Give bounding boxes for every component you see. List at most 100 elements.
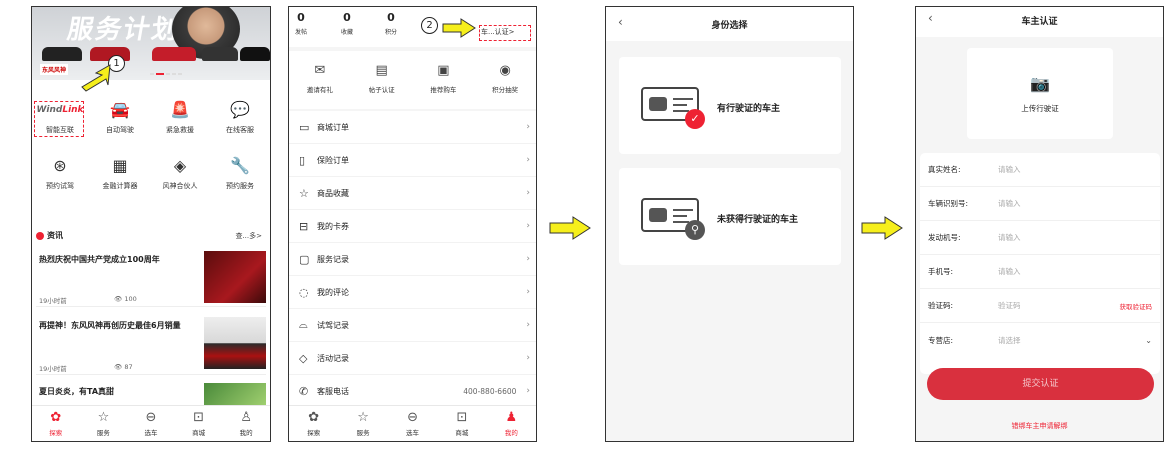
- grid-label: 紧急救援: [166, 126, 194, 134]
- identity-select-screen: ‹ 身份选择 ✓ 有行驶证的车主 ⚲ 未获得行驶证的车主: [605, 6, 854, 442]
- menu-item-service-records[interactable]: ▢ 服务记录 ›: [289, 243, 536, 276]
- coupon-icon: ⊟: [299, 219, 309, 233]
- field-dealer[interactable]: 专营店: 请选择 ⌄: [920, 323, 1160, 357]
- get-code-button[interactable]: 获取验证码: [1120, 301, 1153, 311]
- recommend-icon: ▣: [437, 63, 450, 78]
- service-icon: ☆: [357, 410, 369, 425]
- car-image: [240, 47, 270, 61]
- action-post-verify[interactable]: ▤ 帖子认证: [355, 63, 409, 109]
- news-views: 👁 87: [114, 363, 133, 371]
- service-icon: 🔧: [230, 156, 250, 175]
- menu-item-testdrive[interactable]: ⌓ 试驾记录 ›: [289, 309, 536, 342]
- option-label: 有行驶证的车主: [717, 104, 781, 114]
- hotline-number: 400-880-6600: [463, 386, 517, 396]
- tab-explore[interactable]: ✿ 探索: [32, 406, 80, 441]
- flow-arrow-icon: [861, 216, 903, 240]
- news-title: 热烈庆祝中国共产党成立100周年: [39, 255, 160, 264]
- menu-item-activities[interactable]: ◇ 活动记录 ›: [289, 342, 536, 375]
- menu-item-comments[interactable]: ◌ 我的评论 ›: [289, 276, 536, 309]
- field-verify-code[interactable]: 验证码: 验证码 获取验证码: [920, 289, 1160, 323]
- stat-favorites[interactable]: 0 收藏: [341, 11, 353, 36]
- tab-service[interactable]: ☆ 服务: [338, 406, 387, 441]
- grid-item-support[interactable]: 💬 在线客服: [212, 99, 268, 135]
- tab-label: 选车: [144, 429, 158, 437]
- tab-label: 商城: [455, 429, 469, 437]
- news-more-link[interactable]: 查...多>: [235, 231, 262, 241]
- field-real-name[interactable]: 真实姓名: 请输入: [920, 153, 1160, 187]
- tab-me[interactable]: ♙ 我的: [222, 406, 270, 441]
- bottom-tab-bar: ✿ 探索 ☆ 服务 ⊖ 选车 ⊡ 商城 ♙ 我的: [32, 405, 270, 441]
- shop-icon: ⊡: [456, 410, 468, 425]
- chat-icon: 💬: [230, 100, 250, 119]
- tab-label: 探索: [49, 429, 63, 437]
- grid-item-testdrive[interactable]: ⊛ 预约试驾: [32, 155, 88, 191]
- option-licensed-owner[interactable]: ✓ 有行驶证的车主: [619, 57, 841, 154]
- testdrive-icon: ⌓: [299, 318, 308, 331]
- news-views: 👁 100: [114, 295, 137, 303]
- menu-item-hotline[interactable]: ✆ 客服电话 400-880-6600 ›: [289, 375, 536, 408]
- steering-wheel-icon: ⊛: [53, 156, 67, 175]
- menu-item-shop-orders[interactable]: ▭ 商城订单 ›: [289, 111, 536, 144]
- upload-label: 上传行驶证: [1021, 104, 1059, 113]
- field-engine-no[interactable]: 发动机号: 请输入: [920, 221, 1160, 255]
- check-icon: ✓: [685, 109, 705, 129]
- upload-license-card[interactable]: 📷 上传行驶证: [967, 48, 1113, 139]
- submit-button[interactable]: 提交认证: [927, 368, 1154, 400]
- tab-cars[interactable]: ⊖ 选车: [388, 406, 437, 441]
- grid-item-service[interactable]: 🔧 预约服务: [212, 155, 268, 191]
- action-lottery[interactable]: ◉ 积分抽奖: [478, 63, 532, 109]
- record-icon: ▢: [299, 252, 310, 266]
- menu-item-coupons[interactable]: ⊟ 我的卡券 ›: [289, 210, 536, 243]
- page-title: 车主认证: [1021, 17, 1058, 27]
- grid-item-calculator[interactable]: ▦ 金融计算器: [92, 155, 148, 191]
- comment-icon: ◌: [299, 285, 309, 299]
- stat-points[interactable]: 0 积分: [385, 11, 397, 36]
- highlight-box: [34, 101, 84, 137]
- insurance-icon: ▯: [299, 153, 306, 167]
- field-phone[interactable]: 手机号: 请输入: [920, 255, 1160, 289]
- news-item[interactable]: 夏日炎炎，有TA真甜: [36, 379, 266, 405]
- nav-bar: ‹ 身份选择: [606, 7, 853, 41]
- grid-item-partner[interactable]: ◈ 风神合伙人: [152, 155, 208, 191]
- tab-shop[interactable]: ⊡ 商城: [175, 406, 223, 441]
- menu-item-insurance[interactable]: ▯ 保险订单 ›: [289, 144, 536, 177]
- tab-me[interactable]: ♟ 我的: [487, 406, 536, 441]
- tab-explore[interactable]: ✿ 探索: [289, 406, 338, 441]
- option-unlicensed-owner[interactable]: ⚲ 未获得行驶证的车主: [619, 168, 841, 265]
- chevron-down-icon: ⌄: [1145, 335, 1152, 345]
- stat-posts[interactable]: 0 发帖: [295, 11, 307, 36]
- grid-label: 金融计算器: [102, 182, 138, 190]
- service-icon: ☆: [97, 410, 110, 425]
- news-heading: 资讯: [36, 230, 63, 241]
- explore-icon: ✿: [50, 410, 62, 425]
- action-invite[interactable]: ✉ 邀请有礼: [293, 63, 347, 109]
- tab-cars[interactable]: ⊖ 选车: [127, 406, 175, 441]
- yellow-arrow-icon: [81, 64, 111, 92]
- tab-label: 商城: [192, 429, 206, 437]
- action-recommend[interactable]: ▣ 推荐购车: [416, 63, 470, 109]
- chevron-right-icon: ›: [526, 386, 530, 396]
- grid-item-rescue[interactable]: 🚨 紧急救援: [152, 99, 208, 135]
- profile-screen: 0 发帖 0 收藏 0 积分 2 车...认证> ✉ 邀请有礼 ▤ 帖子认证 ▣ 推荐购车 …: [288, 6, 537, 442]
- promo-banner[interactable]: 服务计划 东风风神: [32, 7, 270, 80]
- unbind-link[interactable]: 错绑车主申请解绑: [916, 421, 1163, 431]
- car-image: [152, 47, 196, 61]
- menu-item-favorites[interactable]: ☆ 商品收藏 ›: [289, 177, 536, 210]
- tab-service[interactable]: ☆ 服务: [80, 406, 128, 441]
- chevron-right-icon: ›: [526, 353, 530, 363]
- verify-form: 真实姓名: 请输入 车辆识别号: 请输入 发动机号: 请输入 手机号: 请输入 验证码:…: [920, 153, 1160, 374]
- user-icon: ♙: [240, 410, 252, 425]
- shop-icon: ⊡: [193, 410, 205, 425]
- tab-label: 我的: [504, 429, 518, 437]
- news-item[interactable]: 热烈庆祝中国共产党成立100周年 19小时前 👁 100: [36, 245, 266, 307]
- phone-icon: ✆: [299, 384, 309, 398]
- news-item[interactable]: 再提神！东风风神再创历史最佳6月销量 19小时前 👁 87: [36, 311, 266, 375]
- chevron-right-icon: ›: [526, 188, 530, 198]
- grid-label: 预约试驾: [46, 182, 74, 190]
- order-icon: ▭: [299, 120, 310, 134]
- tab-shop[interactable]: ⊡ 商城: [437, 406, 486, 441]
- car-icon: 🚘: [110, 100, 130, 119]
- field-vin[interactable]: 车辆识别号: 请输入: [920, 187, 1160, 221]
- grid-item-autopilot[interactable]: 🚘 自动驾驶: [92, 99, 148, 135]
- car-icon: ⊖: [145, 410, 157, 425]
